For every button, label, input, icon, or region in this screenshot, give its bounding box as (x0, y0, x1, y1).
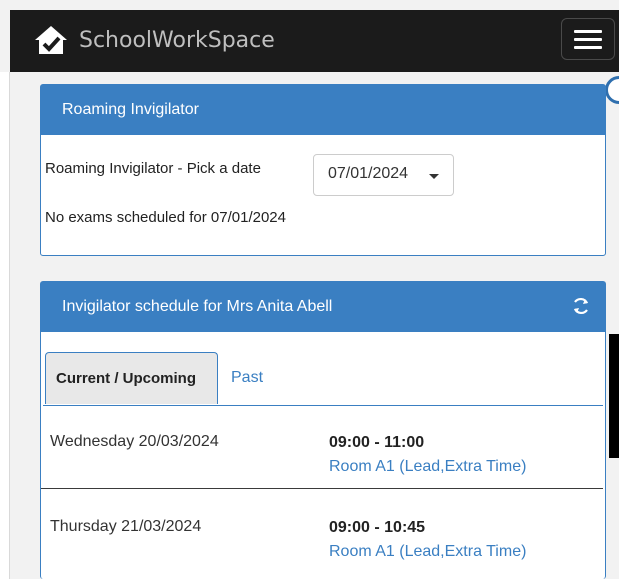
caret-down-icon (429, 174, 439, 179)
schedule-row: Thursday 21/03/2024 09:00 - 10:45 Room A… (41, 490, 603, 574)
panel-title: Invigilator schedule for Mrs Anita Abell (41, 282, 605, 332)
tab-past[interactable]: Past (231, 369, 263, 387)
feedback-side-tab[interactable] (609, 334, 619, 458)
roaming-invigilator-panel: Roaming Invigilator Roaming Invigilator … (40, 84, 606, 256)
invigilator-schedule-panel: Invigilator schedule for Mrs Anita Abell… (40, 281, 606, 579)
schedule-time: 09:00 - 11:00 (329, 434, 425, 451)
schedule-time: 09:00 - 10:45 (329, 519, 426, 536)
no-exams-message: No exams scheduled for 07/01/2024 (45, 209, 286, 226)
hamburger-icon (574, 30, 602, 33)
pick-date-label: Roaming Invigilator - Pick a date (45, 160, 261, 177)
schedule-title: Invigilator schedule for Mrs Anita Abell (62, 298, 333, 315)
schedule-room-link[interactable]: Room A1 (Lead,Extra Time) (329, 458, 526, 476)
schedule-row: Wednesday 20/03/2024 09:00 - 11:00 Room … (41, 405, 603, 489)
tab-current-upcoming[interactable]: Current / Upcoming (45, 352, 218, 404)
refresh-icon[interactable] (571, 296, 591, 316)
top-navbar: SchoolWorkSpace (10, 10, 619, 72)
schedule-day: Wednesday 20/03/2024 (50, 433, 219, 450)
menu-button[interactable] (561, 18, 615, 60)
house-check-icon[interactable] (32, 23, 70, 57)
schedule-tabs: Current / Upcoming Past (43, 350, 603, 406)
schedule-room-link[interactable]: Room A1 (Lead,Extra Time) (329, 543, 526, 561)
schedule-day: Thursday 21/03/2024 (50, 518, 202, 535)
date-picker-button[interactable]: 07/01/2024 (313, 154, 454, 196)
selected-date: 07/01/2024 (328, 165, 409, 182)
panel-title: Roaming Invigilator (41, 85, 605, 135)
info-badge-icon (605, 76, 619, 104)
app-name[interactable]: SchoolWorkSpace (79, 28, 275, 54)
